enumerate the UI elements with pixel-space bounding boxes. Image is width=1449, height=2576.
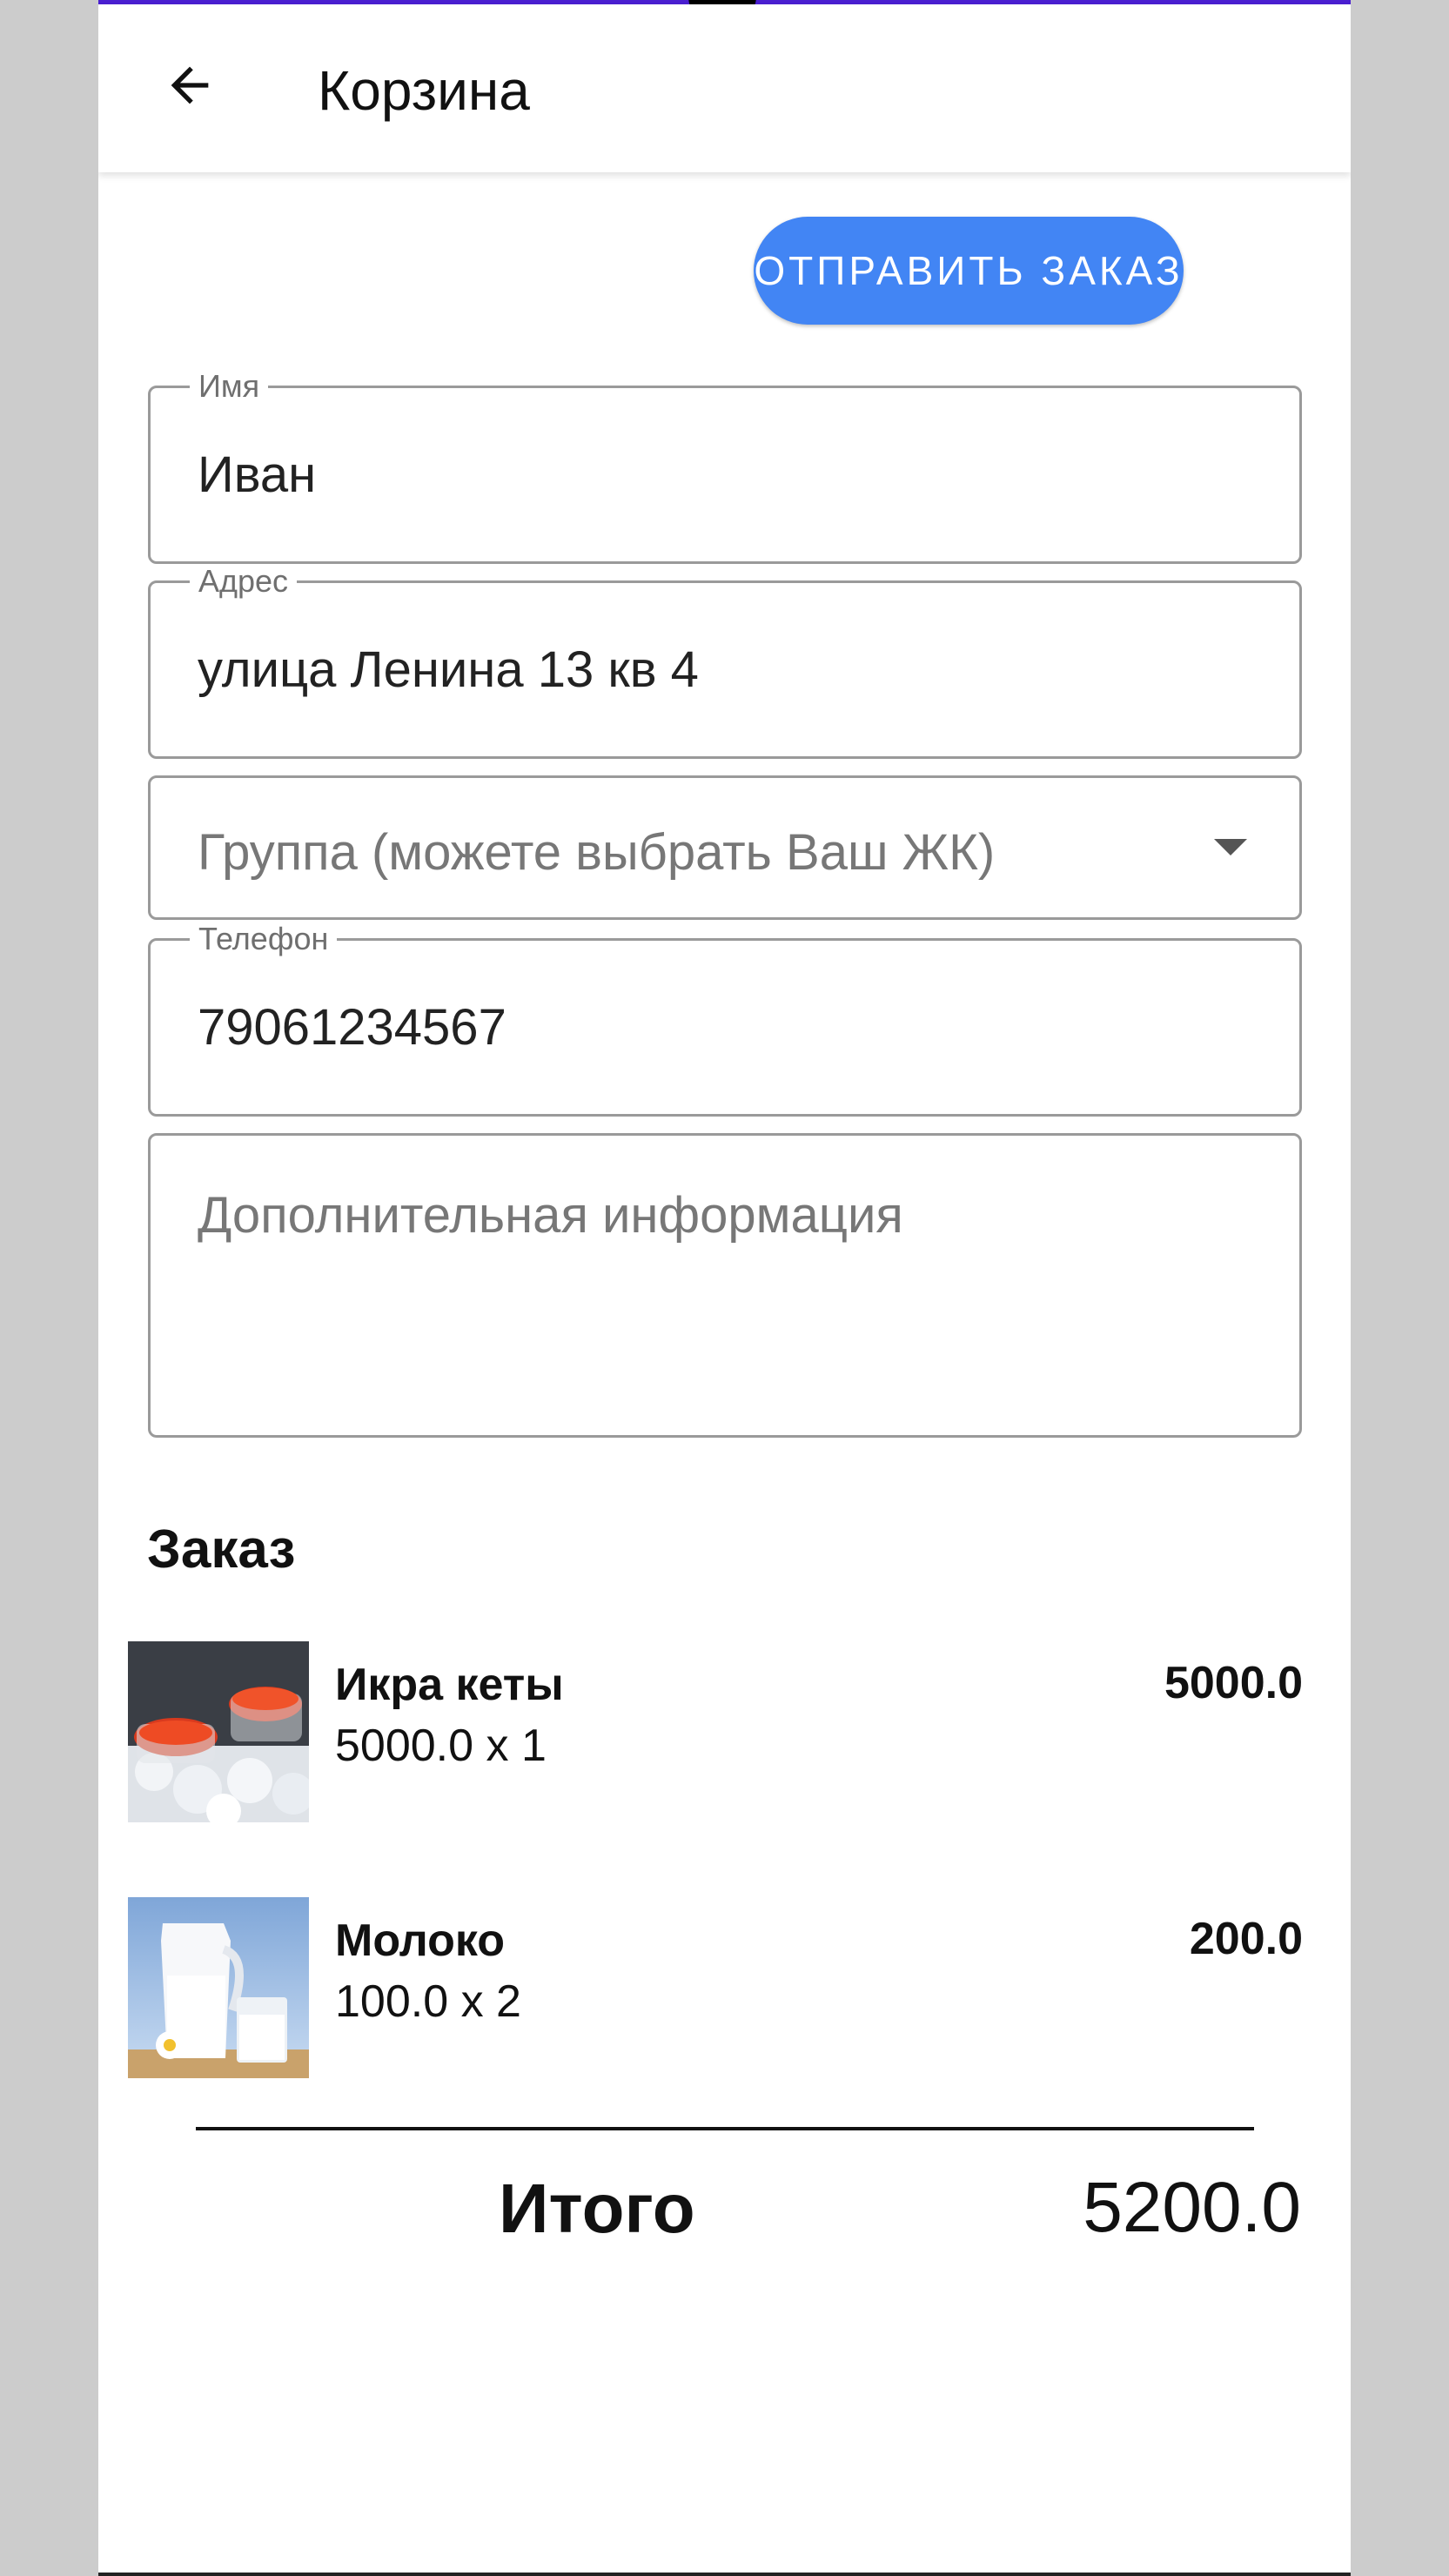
order-section-title: Заказ xyxy=(147,1519,296,1580)
address-field-value: улица Ленина 13 кв 4 xyxy=(198,641,699,698)
page-title: Корзина xyxy=(318,59,530,122)
app-bar: Корзина xyxy=(98,4,1351,172)
total-label: Итого xyxy=(499,2170,695,2247)
name-field[interactable]: Имя Иван xyxy=(148,369,1302,564)
item-quantity: 5000.0 x 1 xyxy=(335,1721,547,1771)
extra-info-placeholder: Дополнительная информация xyxy=(198,1187,903,1244)
order-item: Икра кеты 5000.0 x 1 5000.0 xyxy=(128,1641,1303,1824)
extra-info-field[interactable]: Дополнительная информация xyxy=(148,1133,1302,1438)
address-field[interactable]: Адрес улица Ленина 13 кв 4 xyxy=(148,564,1302,759)
name-field-label: Имя xyxy=(190,369,269,404)
item-total: 200.0 xyxy=(1189,1914,1303,1964)
item-name: Икра кеты xyxy=(335,1660,564,1710)
bottom-edge xyxy=(98,2573,1351,2576)
item-name: Молоко xyxy=(335,1915,505,1966)
item-total: 5000.0 xyxy=(1164,1658,1303,1708)
name-field-value: Иван xyxy=(198,446,317,503)
phone-screen: Корзина ОТПРАВИТЬ ЗАКАЗ Имя Иван Адрес у… xyxy=(98,0,1351,2576)
arrow-left-icon xyxy=(162,57,218,117)
group-dropdown[interactable]: Группа (можете выбрать Ваш ЖК) xyxy=(148,775,1302,920)
total-divider xyxy=(196,2127,1254,2130)
dropdown-arrow-icon xyxy=(1214,839,1247,855)
group-dropdown-placeholder: Группа (можете выбрать Ваш ЖК) xyxy=(198,824,996,881)
send-order-button[interactable]: ОТПРАВИТЬ ЗАКАЗ xyxy=(754,217,1184,325)
milk-image xyxy=(128,1897,309,2078)
order-item: Молоко 100.0 x 2 200.0 xyxy=(128,1897,1303,2080)
caviar-image xyxy=(128,1641,309,1822)
phone-field-label: Телефон xyxy=(190,922,338,956)
phone-field[interactable]: Телефон 79061234567 xyxy=(148,922,1302,1117)
address-field-label: Адрес xyxy=(190,564,298,599)
total-value: 5200.0 xyxy=(1083,2168,1301,2247)
back-button[interactable] xyxy=(151,48,229,126)
phone-field-value: 79061234567 xyxy=(198,999,506,1056)
item-quantity: 100.0 x 2 xyxy=(335,1976,521,2027)
